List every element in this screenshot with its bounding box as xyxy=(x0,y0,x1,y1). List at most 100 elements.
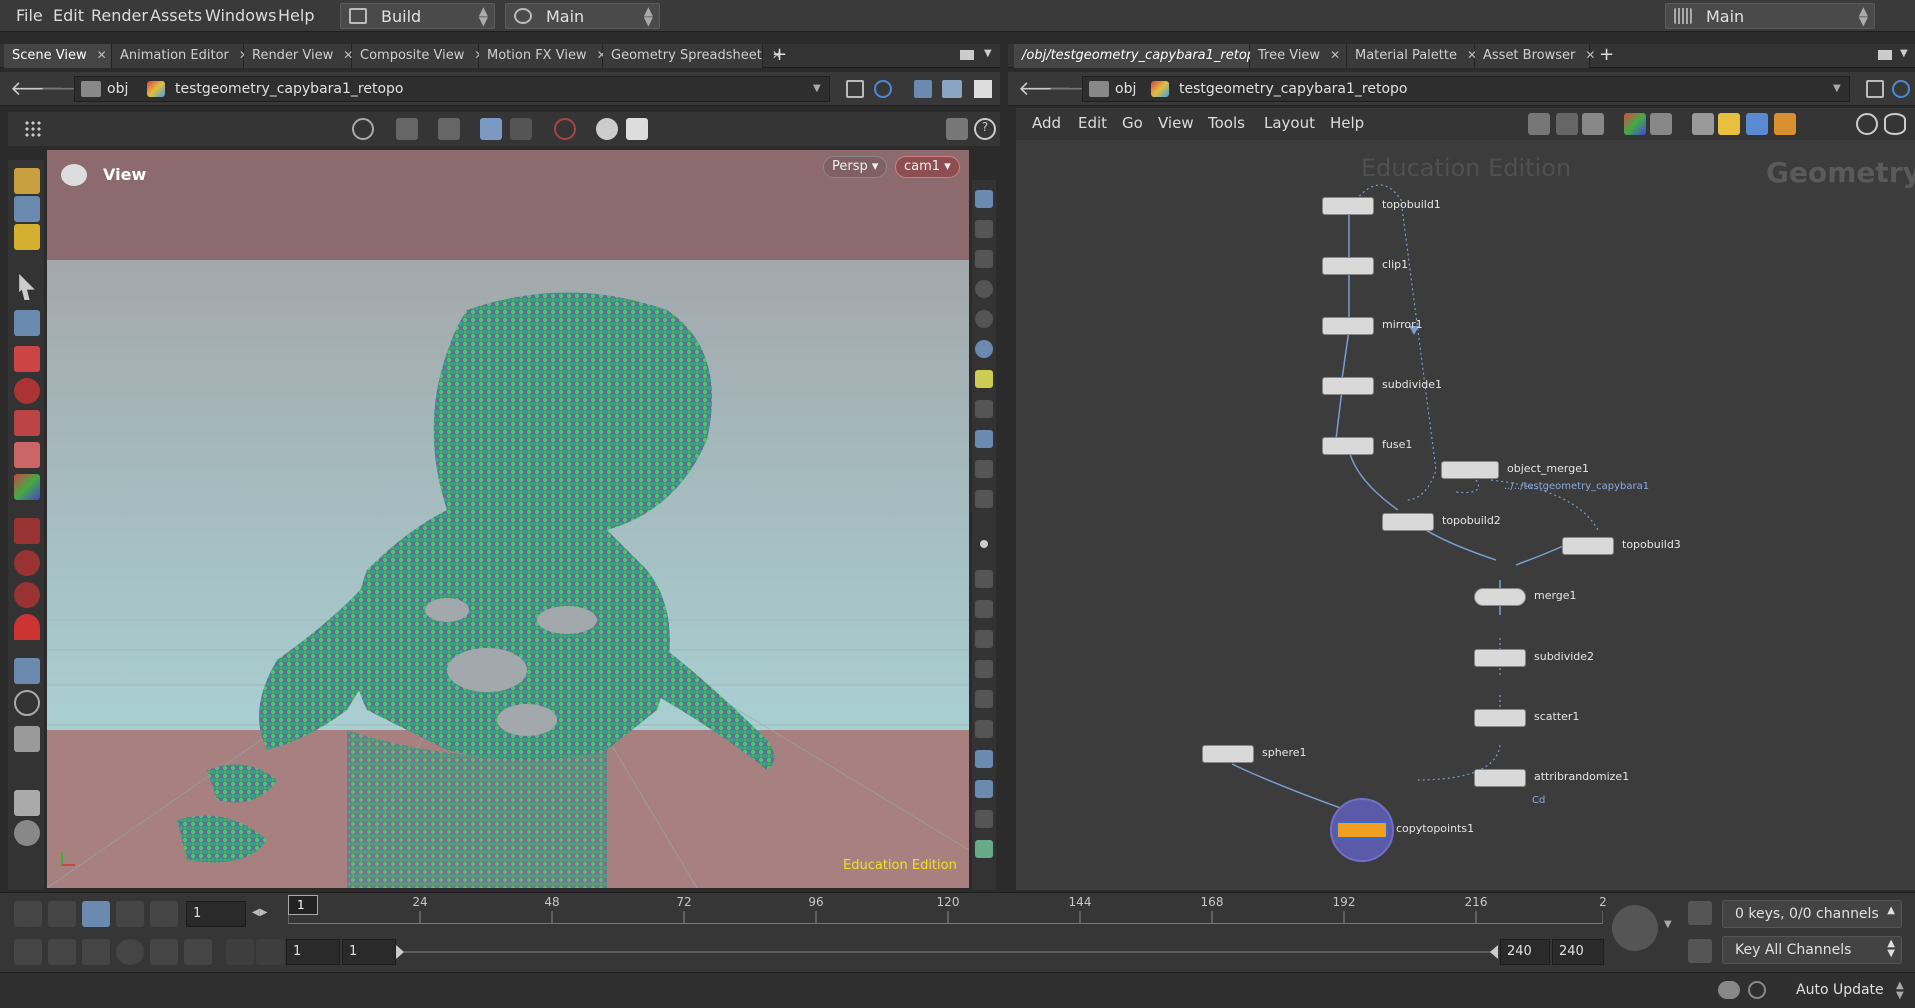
tab-material-palette[interactable]: Material Palette ✕ xyxy=(1347,44,1477,68)
tab-render-view[interactable]: Render View ✕ xyxy=(244,44,353,68)
select-arrow-icon[interactable] xyxy=(19,274,35,300)
close-icon[interactable]: ✕ xyxy=(1585,48,1595,62)
texture-icon[interactable] xyxy=(975,780,993,798)
prim-numbers-icon[interactable] xyxy=(975,690,993,708)
select-mode-icon[interactable] xyxy=(396,118,418,140)
tool-handle-icon[interactable] xyxy=(14,168,40,194)
chevron-down-icon[interactable]: ▼ xyxy=(813,83,821,94)
guide-icon[interactable] xyxy=(975,810,993,828)
updown-arrow-icon[interactable]: ▲ ▼ xyxy=(1896,981,1904,1001)
snap-curve-icon[interactable] xyxy=(14,550,40,576)
close-icon[interactable]: ✕ xyxy=(1330,48,1340,62)
context-selector[interactable]: Main ▲ ▼ xyxy=(505,3,660,29)
menu-view[interactable]: View xyxy=(1158,114,1194,132)
tool-brush-icon[interactable] xyxy=(14,224,40,250)
end-frame-field-2[interactable]: 240 xyxy=(1552,939,1604,965)
shading-mode-icon[interactable] xyxy=(480,118,502,140)
menu-edit[interactable]: Edit xyxy=(53,6,84,25)
tab-scene-view[interactable]: Scene View ✕ xyxy=(4,44,112,68)
menu-help[interactable]: Help xyxy=(278,6,314,25)
play-icon[interactable] xyxy=(116,901,144,927)
key-icon[interactable] xyxy=(1612,905,1658,951)
right-path-field[interactable]: obj testgeometry_capybara1_retopo ▼ xyxy=(1082,76,1850,102)
range-slider[interactable] xyxy=(400,951,1496,953)
wrench-icon[interactable] xyxy=(1528,113,1550,135)
point-icon[interactable] xyxy=(980,540,988,548)
link-icon[interactable] xyxy=(874,80,892,98)
tab-animation-editor[interactable]: Animation Editor✕ xyxy=(112,44,249,68)
add-tab-icon[interactable]: + xyxy=(772,44,787,65)
step-frame-icon[interactable]: ◀▶ xyxy=(252,907,267,918)
view-camera-icon[interactable] xyxy=(61,164,87,186)
ghost-icon[interactable] xyxy=(975,220,993,238)
start-frame-field[interactable]: 1 xyxy=(286,939,340,965)
sticky-note-icon[interactable] xyxy=(1718,113,1740,135)
next-key-icon[interactable] xyxy=(256,939,284,965)
tab-network-path[interactable]: /obj/testgeometry_capybara1_retopo✕ xyxy=(1014,44,1283,68)
scene-settings-icon[interactable] xyxy=(975,840,993,858)
pin-icon[interactable] xyxy=(846,80,864,98)
maximize-icon[interactable] xyxy=(960,50,974,60)
clock-icon[interactable] xyxy=(116,939,144,965)
pane-menu-icon[interactable]: ▼ xyxy=(984,48,992,59)
light-bulb-icon[interactable] xyxy=(975,400,993,418)
scene-icon[interactable] xyxy=(14,658,40,684)
pin-icon[interactable] xyxy=(1866,80,1884,98)
tab-motion-fx-view[interactable]: Motion FX View ✕ xyxy=(479,44,607,68)
channel-refresh-icon[interactable] xyxy=(1688,901,1712,925)
light-icon[interactable] xyxy=(596,118,618,140)
tab-composite-view[interactable]: Composite View✕ xyxy=(352,44,484,68)
tab-geometry-spreadsheet[interactable]: Geometry Spreadsheet ✕ xyxy=(603,44,782,68)
workspace-selector[interactable]: Main ▲ ▼ xyxy=(1665,3,1875,29)
point-numbers-icon[interactable] xyxy=(975,630,993,648)
lock-icon[interactable] xyxy=(975,250,993,268)
tab-tree-view[interactable]: Tree View ✕ xyxy=(1250,44,1347,68)
disk-icon[interactable] xyxy=(14,820,40,846)
help-icon[interactable]: ? xyxy=(974,118,996,140)
auto-update-label[interactable]: Auto Update xyxy=(1796,982,1884,998)
desktop-selector[interactable]: Build ▲ ▼ xyxy=(340,3,495,29)
realtime-icon[interactable] xyxy=(14,939,42,965)
menu-layout[interactable]: Layout xyxy=(1264,114,1315,132)
pane-menu-icon[interactable]: ▼ xyxy=(1900,48,1908,59)
grid-icon[interactable] xyxy=(1650,113,1672,135)
transform-tool-icon[interactable] xyxy=(14,474,40,500)
chevron-down-icon[interactable]: ▼ xyxy=(1833,83,1841,94)
record-icon[interactable] xyxy=(554,118,576,140)
color-palette-icon[interactable] xyxy=(1624,113,1646,135)
range-end-handle[interactable] xyxy=(1490,945,1498,959)
add-tab-icon[interactable]: + xyxy=(1599,44,1614,65)
face-icon[interactable] xyxy=(975,660,993,678)
menu-edit[interactable]: Edit xyxy=(1078,114,1107,132)
left-path-field[interactable]: obj testgeometry_capybara1_retopo ▼ xyxy=(74,76,830,102)
list-icon[interactable] xyxy=(1582,113,1604,135)
display-options-icon[interactable] xyxy=(942,80,962,98)
end-frame-field[interactable]: 240 xyxy=(1500,939,1550,965)
render-icon[interactable] xyxy=(14,726,40,752)
start-frame-field-2[interactable]: 1 xyxy=(342,939,396,965)
play-reverse-icon[interactable] xyxy=(48,901,76,927)
jump-start-icon[interactable] xyxy=(14,901,42,927)
scale-tool-icon[interactable] xyxy=(14,410,40,436)
menu-file[interactable]: File xyxy=(16,6,43,25)
stop-icon[interactable] xyxy=(82,901,110,927)
shading-icon[interactable] xyxy=(975,310,993,328)
keys-channels-button[interactable]: 0 keys, 0/0 channels ▲ xyxy=(1722,900,1902,928)
pose-tool-icon[interactable] xyxy=(14,442,40,468)
tool-pose-icon[interactable] xyxy=(14,196,40,222)
refresh-icon[interactable] xyxy=(1748,981,1766,999)
playhead[interactable]: 1 xyxy=(288,895,318,915)
menu-help[interactable]: Help xyxy=(1330,114,1364,132)
uv-icon[interactable] xyxy=(975,720,993,738)
path-root[interactable]: obj xyxy=(1115,81,1136,97)
rotate-view-icon[interactable] xyxy=(352,118,374,140)
path-node[interactable]: testgeometry_capybara1_retopo xyxy=(1179,81,1407,97)
rotate-tool-icon[interactable] xyxy=(14,378,40,404)
transform-mode-icon[interactable] xyxy=(438,118,460,140)
jump-end-icon[interactable] xyxy=(150,901,178,927)
folder-icon[interactable] xyxy=(1774,113,1796,135)
key-all-channels-button[interactable]: Key All Channels ▲ ▼ xyxy=(1722,936,1902,964)
headlight-icon[interactable] xyxy=(975,370,993,388)
snapshot-icon[interactable] xyxy=(974,80,992,98)
image-icon[interactable] xyxy=(1746,113,1768,135)
